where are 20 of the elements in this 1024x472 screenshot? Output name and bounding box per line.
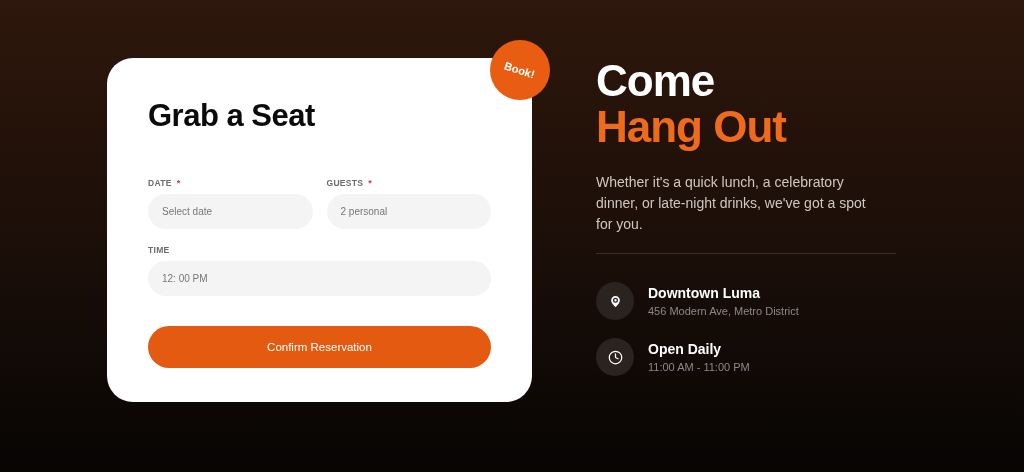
form-title: Grab a Seat bbox=[148, 98, 316, 134]
info-title: Open Daily bbox=[648, 341, 723, 357]
field-label: TIME bbox=[148, 245, 170, 255]
input-field[interactable]: 2 personal bbox=[326, 194, 491, 229]
input-field[interactable]: 12: 00 PM bbox=[148, 261, 491, 296]
info-detail: 456 Modern Ave, Metro District bbox=[648, 305, 799, 317]
book-badge: Book! bbox=[490, 40, 550, 100]
confirm-button[interactable]: Confirm Reservation bbox=[148, 326, 491, 368]
required-mark: * bbox=[176, 178, 181, 188]
heading-accent: Hang Out bbox=[596, 104, 788, 150]
required-mark: * bbox=[368, 178, 372, 188]
field-label: GUESTS bbox=[326, 178, 364, 188]
description: Whether it's a quick lunch, a celebratory dinner, or late-night drinks, we've got a spot for you. bbox=[596, 173, 867, 234]
clock-icon bbox=[607, 349, 623, 365]
input-field[interactable]: Select date bbox=[148, 194, 313, 229]
info-title: Downtown Luma bbox=[648, 285, 761, 301]
field-label: DATE bbox=[148, 178, 172, 188]
location-pin-icon bbox=[607, 293, 623, 309]
info-detail: 11:00 AM - 11:00 PM bbox=[648, 361, 750, 373]
heading: Come bbox=[596, 58, 716, 104]
